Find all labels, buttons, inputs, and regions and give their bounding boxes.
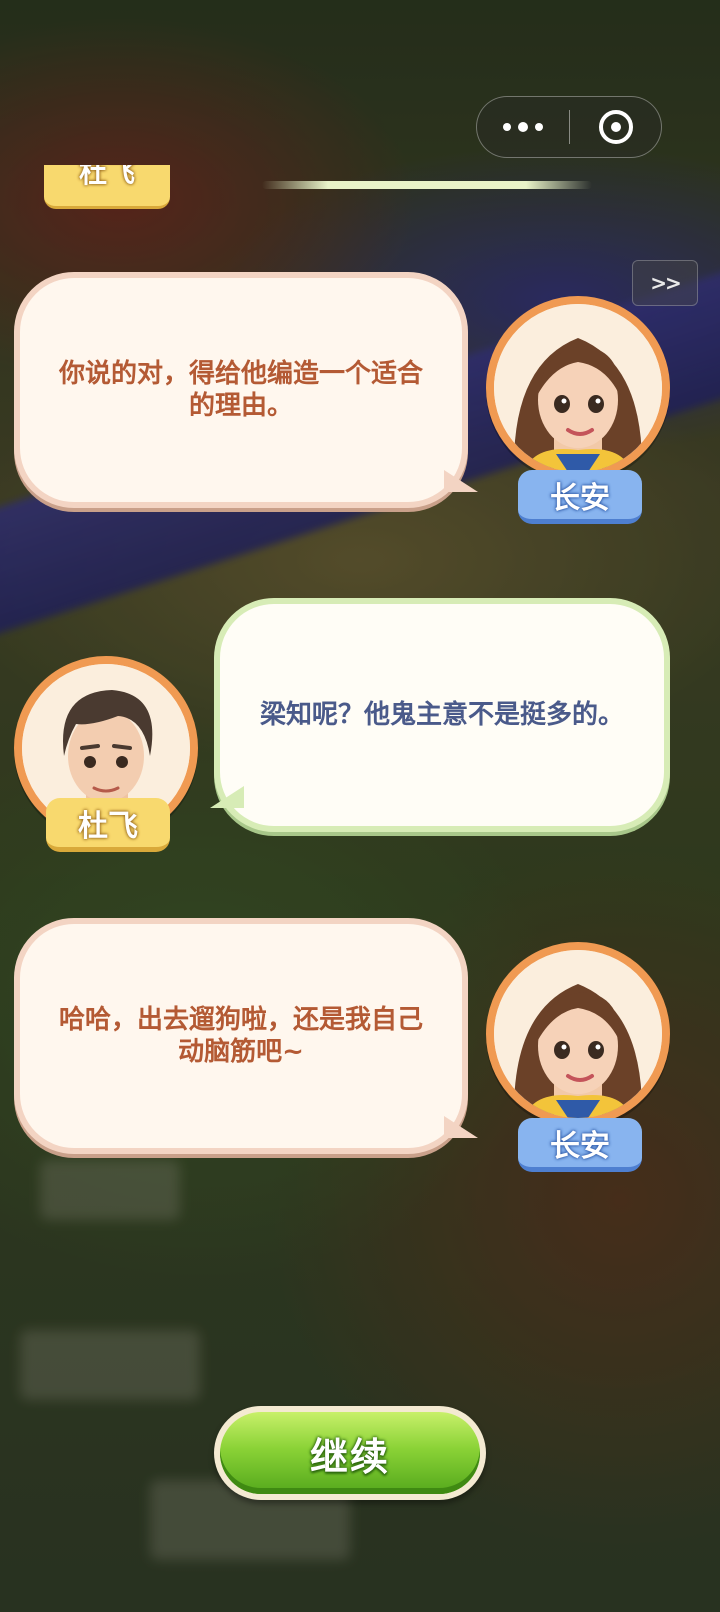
close-button[interactable]: [570, 97, 661, 157]
girl-portrait-icon: [494, 950, 662, 1118]
skip-button[interactable]: >>: [632, 260, 698, 306]
speaker-tag-changan-2: 长安: [518, 1118, 642, 1172]
dialogue-text-2: 梁知呢？他鬼主意不是挺多的。: [259, 700, 624, 730]
more-dots-icon[interactable]: [477, 97, 569, 157]
dialogue-bubble-2: 梁知呢？他鬼主意不是挺多的。: [214, 598, 670, 832]
previous-bubble-edge: [262, 181, 592, 189]
dialogue-text-3: 哈哈，出去遛狗啦，还是我自己 动脑筋吧~: [58, 1005, 423, 1067]
previous-speaker-name: 杜飞: [78, 165, 135, 189]
avatar-changan-1: [486, 296, 670, 480]
speaker-tag-dufei: 杜飞: [46, 798, 170, 852]
target-circle-icon: [598, 110, 633, 144]
speaker-tag-changan-1: 长安: [518, 470, 642, 524]
dialogue-text-1: 你说的对，得给他编造一个适合 的理由。: [58, 359, 423, 421]
continue-button[interactable]: 继续: [214, 1406, 486, 1500]
bubble-tail-3: [444, 1116, 478, 1138]
bubble-tail-1: [444, 470, 478, 492]
avatar-changan-2: [486, 942, 670, 1126]
dialogue-bubble-1: 你说的对，得给他编造一个适合 的理由。: [14, 272, 468, 508]
bubble-tail-2: [210, 786, 244, 808]
girl-portrait-icon: [494, 304, 662, 472]
miniprogram-capsule: [476, 96, 662, 158]
dialogue-bubble-3: 哈哈，出去遛狗啦，还是我自己 动脑筋吧~: [14, 918, 468, 1154]
continue-button-label: 继续: [220, 1412, 480, 1494]
previous-speaker-tag: 杜飞: [44, 165, 170, 209]
